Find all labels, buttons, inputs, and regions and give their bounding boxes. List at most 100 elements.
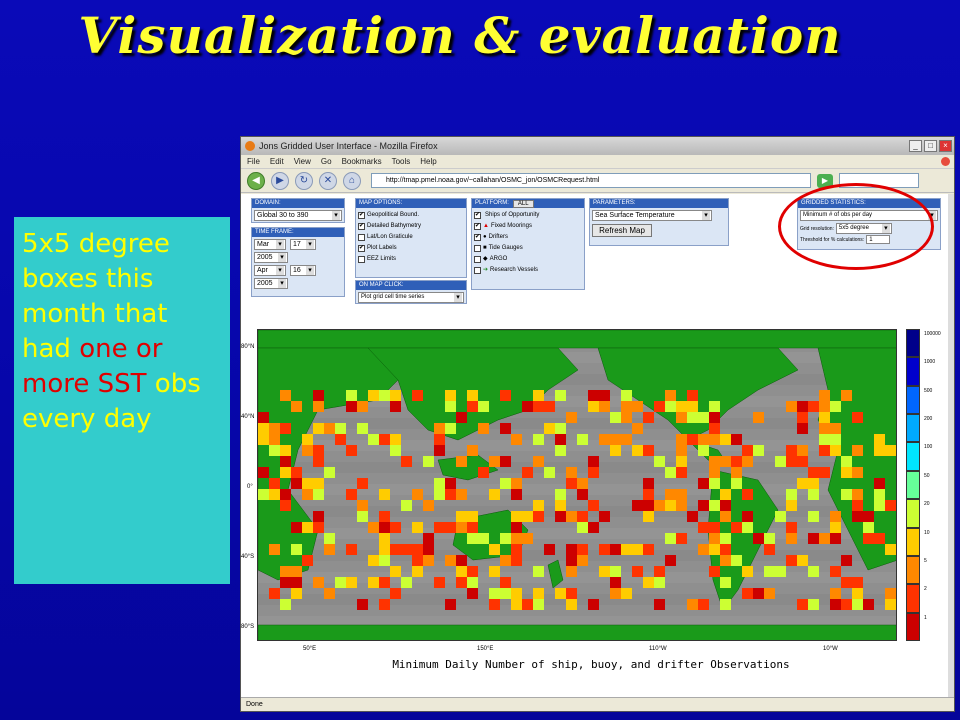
platform-argo[interactable]: ◆ ARGO [474, 254, 582, 265]
menu-bookmarks[interactable]: Bookmarks [342, 157, 382, 166]
parameter-select[interactable]: Sea Surface Temperature [592, 210, 712, 221]
start-day-select[interactable]: 17 [290, 239, 316, 250]
option-eez[interactable]: EEZ Limits [358, 254, 464, 265]
minimize-icon[interactable]: _ [909, 140, 922, 152]
obs-grid-cell [291, 577, 302, 588]
legend-label: 5 [924, 557, 927, 564]
obs-grid-cell [654, 577, 665, 588]
platform-ships[interactable]: ✔ Ships of Opportunity [474, 210, 582, 221]
obs-grid-cell [819, 412, 830, 423]
menu-file[interactable]: File [247, 157, 260, 166]
legend-swatch [906, 470, 920, 500]
forward-arrow-icon[interactable]: ▶ [271, 171, 289, 190]
obs-grid-cell [852, 500, 863, 511]
menu-view[interactable]: View [294, 157, 311, 166]
obs-grid-cell [632, 401, 643, 412]
obs-grid-cell [643, 412, 654, 423]
end-day-select[interactable]: 16 [290, 265, 316, 276]
obs-grid-cell [852, 489, 863, 500]
scrollbar[interactable] [948, 194, 954, 699]
home-icon[interactable]: ⌂ [343, 171, 361, 190]
obs-grid-cell [885, 599, 896, 610]
obs-grid-cell [610, 445, 621, 456]
option-bathymetry[interactable]: ✔ Detailed Bathymetry [358, 221, 464, 232]
obs-grid-cell [731, 522, 742, 533]
parameters-panel: PARAMETERS: Sea Surface Temperature Refr… [589, 198, 729, 246]
obs-grid-cell [511, 533, 522, 544]
obs-grid-cell [577, 544, 588, 555]
obs-grid-cell [863, 511, 874, 522]
obs-grid-cell [676, 533, 687, 544]
back-arrow-icon[interactable]: ◀ [247, 171, 265, 190]
obs-grid-cell [896, 434, 897, 445]
menu-tools[interactable]: Tools [392, 157, 411, 166]
obs-grid-cell [676, 489, 687, 500]
end-year-select[interactable]: 2005 [254, 278, 288, 289]
obs-grid-cell [269, 423, 280, 434]
obs-grid-cell [709, 566, 720, 577]
menu-edit[interactable]: Edit [270, 157, 284, 166]
obs-grid-cell [533, 500, 544, 511]
obs-grid-cell [665, 533, 676, 544]
obs-grid-cell [654, 599, 665, 610]
obs-grid-cell [533, 599, 544, 610]
obs-grid-cell [280, 390, 291, 401]
obs-grid-cell [676, 434, 687, 445]
obs-grid-cell [599, 401, 610, 412]
obs-grid-cell [676, 467, 687, 478]
platform-moorings[interactable]: ✔ ▲ Fixed Moorings [474, 221, 582, 232]
obs-grid-cell [379, 544, 390, 555]
menu-go[interactable]: Go [321, 157, 332, 166]
arctic-landmass [258, 330, 896, 349]
obs-grid-cell [720, 489, 731, 500]
lon-label-50e: 50°E [303, 646, 317, 652]
obs-grid-cell [797, 445, 808, 456]
url-bar[interactable]: http://tmap.pmel.noaa.gov/~callahan/OSMC… [371, 173, 811, 188]
obs-grid-cell [511, 489, 522, 500]
obs-grid-cell [720, 500, 731, 511]
platform-research-vessels[interactable]: ➔ Research Vessels [474, 265, 582, 276]
close-icon[interactable]: × [939, 140, 952, 152]
obs-grid-cell [313, 489, 324, 500]
end-month-select[interactable]: Apr [254, 265, 286, 276]
obs-grid-cell [665, 555, 676, 566]
obs-grid-cell [841, 555, 852, 566]
obs-grid-cell [786, 401, 797, 412]
start-year-select[interactable]: 2005 [254, 252, 288, 263]
obs-grid-cell [665, 390, 676, 401]
domain-select[interactable]: Global 30 to 390 [254, 210, 342, 221]
obs-grid-cell [720, 533, 731, 544]
obs-grid-cell [379, 555, 390, 566]
option-plot-labels[interactable]: ✔ Plot Labels [358, 243, 464, 254]
obs-grid-cell [588, 500, 599, 511]
reload-icon[interactable]: ↻ [295, 171, 313, 190]
platform-panel: PLATFORM: All ✔ Ships of Opportunity ✔ ▲ Fi… [471, 198, 585, 290]
option-graticule[interactable]: Lat/Lon Graticule [358, 232, 464, 243]
obs-grid-cell [687, 511, 698, 522]
start-month-select[interactable]: Mar [254, 239, 286, 250]
obs-grid-cell [720, 456, 731, 467]
platform-tide-gauges[interactable]: ■ Tide Gauges [474, 243, 582, 254]
platform-all-button[interactable]: All [512, 199, 534, 208]
obs-grid-cell [456, 555, 467, 566]
refresh-map-button[interactable]: Refresh Map [592, 224, 652, 237]
platform-drifters[interactable]: ✔ ● Drifters [474, 232, 582, 243]
obs-grid-cell [775, 456, 786, 467]
obs-grid-cell [522, 467, 533, 478]
menu-help[interactable]: Help [420, 157, 436, 166]
domain-header: DOMAIN: [252, 199, 344, 208]
obs-grid-cell [599, 511, 610, 522]
obs-grid-cell [423, 533, 434, 544]
legend-label: 50 [924, 472, 930, 479]
stop-icon[interactable]: ✕ [319, 171, 337, 190]
obs-grid-cell [280, 445, 291, 456]
obs-grid-cell [709, 434, 720, 445]
obs-grid-cell [368, 522, 379, 533]
maximize-icon[interactable]: □ [924, 140, 937, 152]
status-bar: Done [241, 697, 954, 711]
legend-label: 100000 [924, 331, 941, 337]
on-map-click-select[interactable]: Plot grid cell time series [358, 292, 464, 303]
obs-grid-cell [863, 533, 874, 544]
data-map[interactable] [257, 329, 897, 641]
option-geopolitical[interactable]: ✔ Geopolitical Bound. [358, 210, 464, 221]
